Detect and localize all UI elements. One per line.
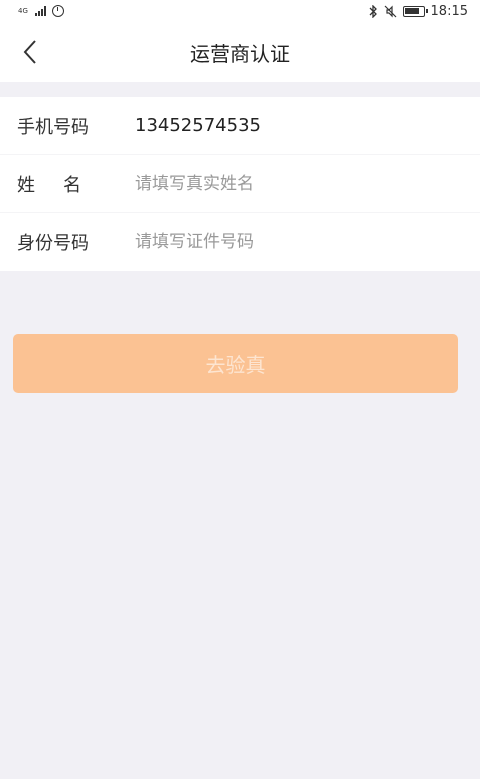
name-row: 姓名 — [0, 155, 480, 213]
status-left: 4G — [18, 5, 64, 17]
chevron-left-icon — [23, 40, 36, 64]
name-input[interactable] — [135, 173, 435, 194]
phone-label: 手机号码 — [17, 116, 89, 138]
phone-value: 13452574535 — [135, 115, 261, 136]
status-bar: 4G 18:15 — [0, 0, 480, 22]
id-number-row: 身份号码 — [0, 213, 480, 271]
id-number-input[interactable] — [135, 232, 435, 252]
mute-icon — [384, 5, 396, 17]
status-right: 18:15 — [368, 4, 468, 19]
bluetooth-icon — [369, 4, 377, 18]
header: 运营商认证 — [0, 22, 480, 82]
alarm-icon — [51, 5, 64, 17]
status-time: 18:15 — [430, 3, 468, 19]
verify-button[interactable]: 去验真 — [13, 334, 458, 393]
signal-icon — [34, 6, 46, 16]
battery-icon — [402, 5, 428, 17]
auth-form: 手机号码 13452574535 姓名 身份号码 — [0, 97, 480, 271]
page-title: 运营商认证 — [190, 41, 290, 66]
name-label: 姓名 — [17, 174, 109, 196]
id-number-label: 身份号码 — [17, 233, 89, 254]
network-type-label: 4G — [18, 6, 28, 15]
back-button[interactable] — [14, 36, 46, 68]
phone-row: 手机号码 13452574535 — [0, 97, 480, 155]
